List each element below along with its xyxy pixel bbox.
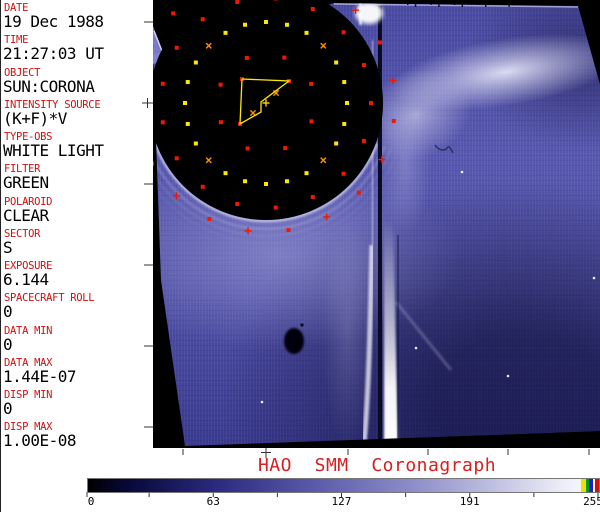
colorbar-tick-label: 255 bbox=[583, 496, 600, 508]
metadata-sidebar: DATE19 Dec 1988TIME21:27:03 UTOBJECTSUN:… bbox=[1, 0, 153, 512]
colorbar-tick-label: 191 bbox=[460, 496, 480, 508]
field-value: CLEAR bbox=[3, 208, 49, 224]
coronagraph-viewer-window: DATE19 Dec 1988TIME21:27:03 UTOBJECTSUN:… bbox=[0, 0, 600, 512]
field-value: S bbox=[3, 240, 12, 256]
field-value: 0 bbox=[3, 304, 12, 320]
field-label: SPACECRAFT ROLL bbox=[4, 293, 94, 304]
field-value: 1.00E-08 bbox=[3, 433, 76, 449]
colorbar-saturation-stripe bbox=[589, 479, 593, 492]
dark-blemish bbox=[284, 328, 304, 354]
field-value: SUN:CORONA bbox=[3, 79, 94, 95]
field-value: 0 bbox=[3, 337, 12, 353]
field-value: GREEN bbox=[3, 175, 49, 191]
coronagraph-image bbox=[153, 0, 600, 448]
field-value: 0 bbox=[3, 401, 12, 417]
field-value: 1.44E-07 bbox=[3, 369, 76, 385]
colorbar-saturation-stripe bbox=[595, 479, 600, 492]
colorbar-tick-label: 63 bbox=[207, 496, 220, 508]
colorbar bbox=[87, 478, 600, 493]
field-value: 19 Dec 1988 bbox=[3, 14, 103, 30]
colorbar-tick-label: 0 bbox=[88, 496, 95, 508]
field-value: (K+F)*V bbox=[3, 111, 67, 127]
plot-title: HAO SMM Coronagraph bbox=[153, 455, 600, 476]
coronagraph-image-canvas bbox=[153, 0, 600, 448]
field-value: WHITE LIGHT bbox=[3, 143, 103, 159]
field-value: 6.144 bbox=[3, 272, 49, 288]
colorbar-tick-label: 127 bbox=[332, 496, 352, 508]
field-value: 21:27:03 UT bbox=[3, 46, 103, 62]
